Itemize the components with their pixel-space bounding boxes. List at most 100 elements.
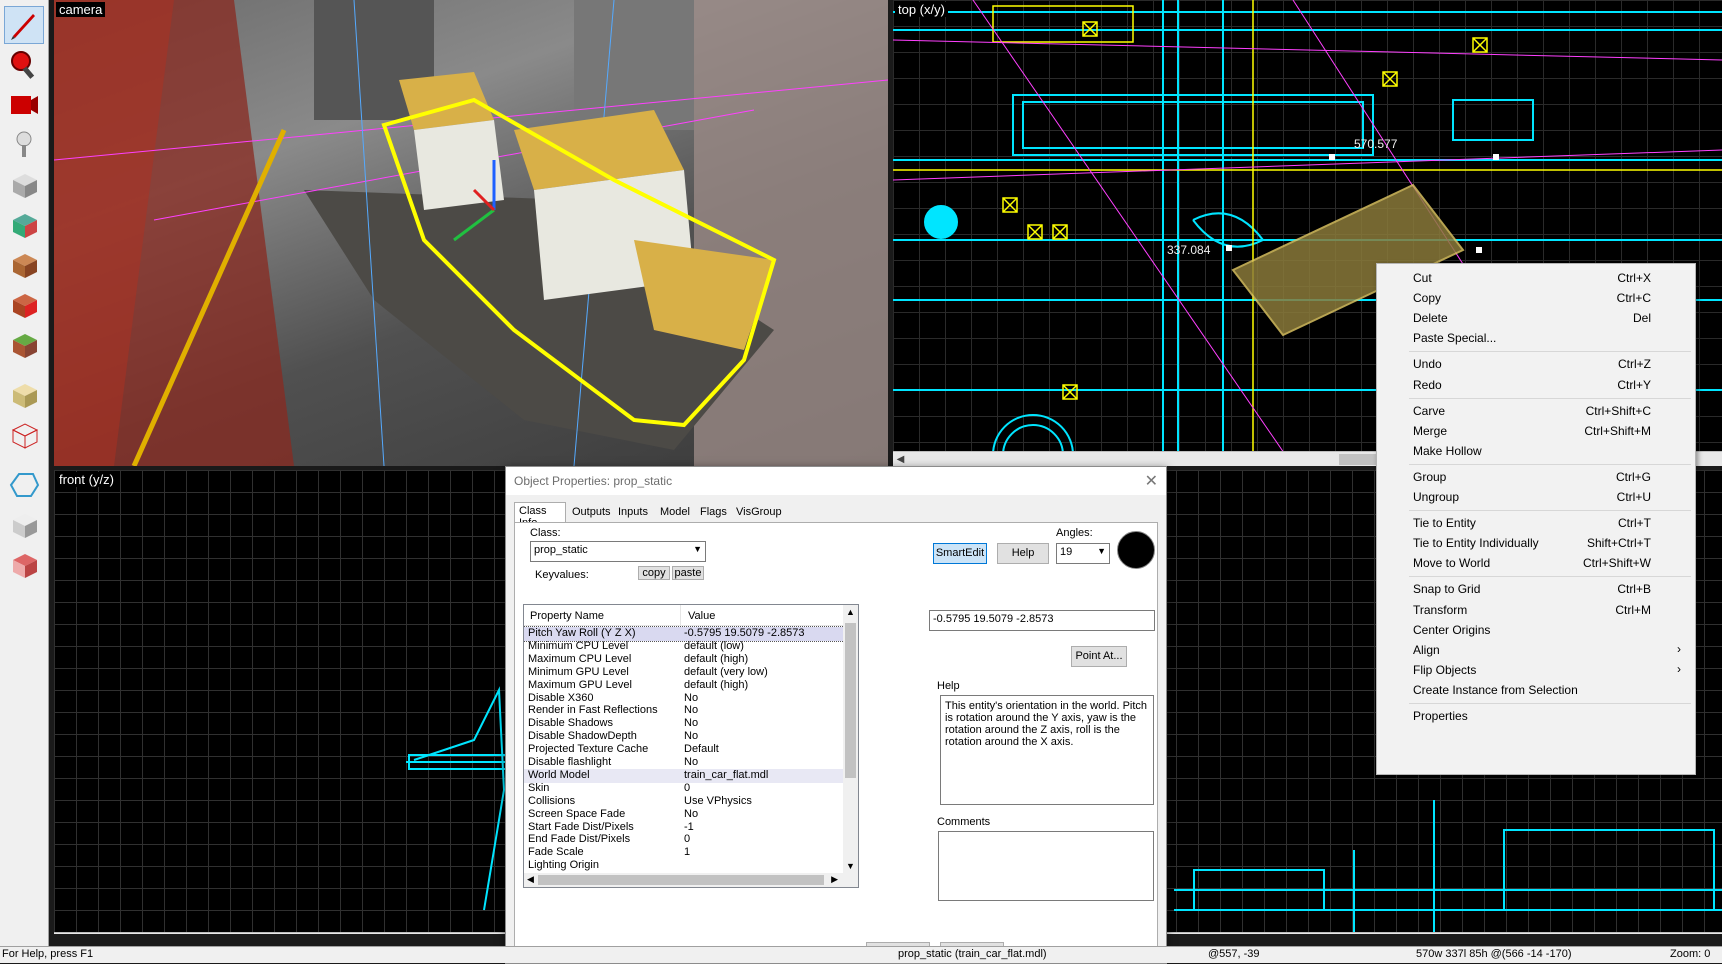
- tab-inputs[interactable]: Inputs: [614, 504, 654, 522]
- keyvalue-row[interactable]: Skin 0: [524, 782, 844, 796]
- menu-item-cut[interactable]: Cut Ctrl+X: [1377, 268, 1695, 288]
- property-value: No: [684, 717, 699, 730]
- keyvalue-row[interactable]: Start Fade Dist/Pixels -1: [524, 821, 844, 835]
- class-dropdown[interactable]: prop_static ▼: [530, 541, 706, 562]
- help-button[interactable]: Help: [997, 543, 1049, 564]
- menu-item-tie-to-entity[interactable]: Tie to Entity Ctrl+T: [1377, 513, 1695, 533]
- selection-tool-icon[interactable]: [4, 6, 44, 44]
- angles-dropdown[interactable]: 19 ▼: [1056, 543, 1110, 564]
- menu-separator: [1409, 510, 1691, 512]
- menu-item-flip-objects[interactable]: Flip Objects ›: [1377, 660, 1695, 680]
- menu-item-make-hollow[interactable]: Make Hollow: [1377, 441, 1695, 461]
- menu-item-align[interactable]: Align ›: [1377, 640, 1695, 660]
- col-property-name[interactable]: Property Name: [530, 610, 604, 622]
- path-tool-icon[interactable]: [4, 466, 44, 504]
- scroll-thumb[interactable]: [1339, 454, 1379, 465]
- keyvalue-row[interactable]: Minimum GPU Level default (very low): [524, 666, 844, 680]
- overlay-tool-icon[interactable]: [4, 326, 44, 364]
- keyvalue-row[interactable]: Pitch Yaw Roll (Y Z X) -0.5795 19.5079 -2…: [524, 626, 845, 642]
- keyvalues-label: Keyvalues:: [535, 569, 589, 581]
- menu-item-move-to-world[interactable]: Move to World Ctrl+Shift+W: [1377, 553, 1695, 573]
- keyvalue-row[interactable]: Fade Scale 1: [524, 846, 844, 860]
- menu-item-label: Merge: [1413, 423, 1448, 438]
- tab-model[interactable]: Model: [656, 504, 694, 522]
- dialog-titlebar[interactable]: Object Properties: prop_static ✕: [506, 467, 1166, 495]
- keyvalue-row[interactable]: End Fade Dist/Pixels 0: [524, 833, 844, 847]
- scroll-thumb[interactable]: [845, 623, 856, 778]
- cordon-tool-icon[interactable]: [4, 546, 44, 584]
- keyvalue-row[interactable]: Projected Texture Cache Default: [524, 743, 844, 757]
- camera-viewport[interactable]: camera: [54, 0, 888, 466]
- menu-item-properties[interactable]: Properties: [1377, 706, 1695, 726]
- menu-item-merge[interactable]: Merge Ctrl+Shift+M: [1377, 421, 1695, 441]
- menu-item-shortcut: Ctrl+T: [1618, 516, 1651, 531]
- menu-item-carve[interactable]: Carve Ctrl+Shift+C: [1377, 401, 1695, 421]
- keyvalue-row[interactable]: World Model train_car_flat.mdl: [524, 768, 844, 783]
- keyvalue-row[interactable]: Lighting Origin: [524, 859, 844, 873]
- value-edit-field[interactable]: -0.5795 19.5079 -2.8573: [929, 610, 1155, 631]
- vertex-tool-icon[interactable]: [4, 416, 44, 454]
- block-tool-icon[interactable]: [4, 166, 44, 204]
- scroll-thumb[interactable]: [538, 875, 824, 885]
- clipping-tool-icon[interactable]: [4, 376, 44, 414]
- keyvalues-horizontal-scrollbar[interactable]: ◀ ▶: [524, 873, 858, 887]
- scroll-left-icon[interactable]: ◀: [54, 933, 69, 934]
- keyvalue-row[interactable]: Disable ShadowDepth No: [524, 730, 844, 744]
- keyvalue-row[interactable]: Minimum CPU Level default (low): [524, 640, 844, 654]
- camera-tool-icon[interactable]: [4, 86, 44, 124]
- menu-item-ungroup[interactable]: Ungroup Ctrl+U: [1377, 487, 1695, 507]
- menu-item-delete[interactable]: Delete Del: [1377, 308, 1695, 328]
- sprinkle-tool-icon[interactable]: [4, 506, 44, 544]
- menu-item-label: Flip Objects: [1413, 662, 1477, 677]
- tab-class-info[interactable]: Class Info: [514, 502, 566, 529]
- keyvalue-row[interactable]: Collisions Use VPhysics: [524, 795, 844, 809]
- paste-button[interactable]: paste: [672, 566, 704, 580]
- keyvalue-row[interactable]: Disable flashlight No: [524, 756, 844, 770]
- menu-item-copy[interactable]: Copy Ctrl+C: [1377, 288, 1695, 308]
- menu-item-transform[interactable]: Transform Ctrl+M: [1377, 600, 1695, 620]
- texture-apply-icon[interactable]: [4, 206, 44, 244]
- menu-item-tie-to-entity-individually[interactable]: Tie to Entity Individually Shift+Ctrl+T: [1377, 533, 1695, 553]
- menu-item-undo[interactable]: Undo Ctrl+Z: [1377, 354, 1695, 374]
- menu-item-label: Properties: [1413, 709, 1468, 723]
- scroll-down-icon[interactable]: ▼: [843, 861, 858, 871]
- menu-item-center-origins[interactable]: Center Origins: [1377, 620, 1695, 640]
- menu-item-label: Make Hollow: [1413, 443, 1482, 458]
- menu-item-redo[interactable]: Redo Ctrl+Y: [1377, 375, 1695, 395]
- keyvalue-row[interactable]: Maximum GPU Level default (high): [524, 679, 844, 693]
- keyvalue-row[interactable]: Disable X360 No: [524, 692, 844, 706]
- comments-field[interactable]: [938, 831, 1154, 901]
- keyvalue-row[interactable]: Screen Space Fade No: [524, 808, 844, 822]
- scroll-left-icon[interactable]: ◀: [527, 874, 534, 885]
- keyvalues-list[interactable]: Property Name Value Pitch Yaw Roll (Y Z …: [523, 604, 859, 888]
- keyvalues-vertical-scrollbar[interactable]: ▲ ▼: [843, 605, 858, 873]
- tab-flags[interactable]: Flags: [696, 504, 730, 522]
- entity-tool-icon[interactable]: [4, 126, 44, 164]
- copy-button[interactable]: copy: [638, 566, 670, 580]
- apply-current-texture-icon[interactable]: [4, 246, 44, 284]
- magnify-tool-icon[interactable]: [4, 46, 44, 84]
- menu-item-paste-special[interactable]: Paste Special...: [1377, 328, 1695, 348]
- col-value[interactable]: Value: [688, 610, 715, 622]
- scroll-left-icon[interactable]: ◀: [893, 452, 908, 466]
- decal-tool-icon[interactable]: [4, 286, 44, 324]
- keyvalue-row[interactable]: Maximum CPU Level default (high): [524, 653, 844, 667]
- smartedit-button[interactable]: SmartEdit: [933, 543, 987, 564]
- menu-item-create-instance-from-selection[interactable]: Create Instance from Selection: [1377, 680, 1695, 700]
- keyvalue-row[interactable]: Render in Fast Reflections No: [524, 704, 844, 718]
- menu-item-snap-to-grid[interactable]: Snap to Grid Ctrl+B: [1377, 579, 1695, 599]
- angle-dial[interactable]: [1117, 531, 1155, 569]
- point-at-button[interactable]: Point At...: [1071, 646, 1127, 667]
- scroll-right-icon[interactable]: ▶: [831, 874, 838, 885]
- keyvalue-row[interactable]: Disable Shadows No: [524, 717, 844, 731]
- scroll-up-icon[interactable]: ▲: [843, 607, 858, 617]
- menu-item-shortcut: Ctrl+M: [1615, 602, 1651, 617]
- property-name: Pitch Yaw Roll (Y Z X): [528, 627, 636, 639]
- close-icon[interactable]: ✕: [1145, 471, 1158, 491]
- menu-item-group[interactable]: Group Ctrl+G: [1377, 467, 1695, 487]
- tab-visgroup[interactable]: VisGroup: [732, 504, 784, 522]
- menu-item-label: Tie to Entity Individually: [1413, 536, 1539, 551]
- menu-separator: [1409, 703, 1691, 704]
- property-name: Disable X360: [528, 691, 594, 704]
- tab-outputs[interactable]: Outputs: [568, 504, 612, 522]
